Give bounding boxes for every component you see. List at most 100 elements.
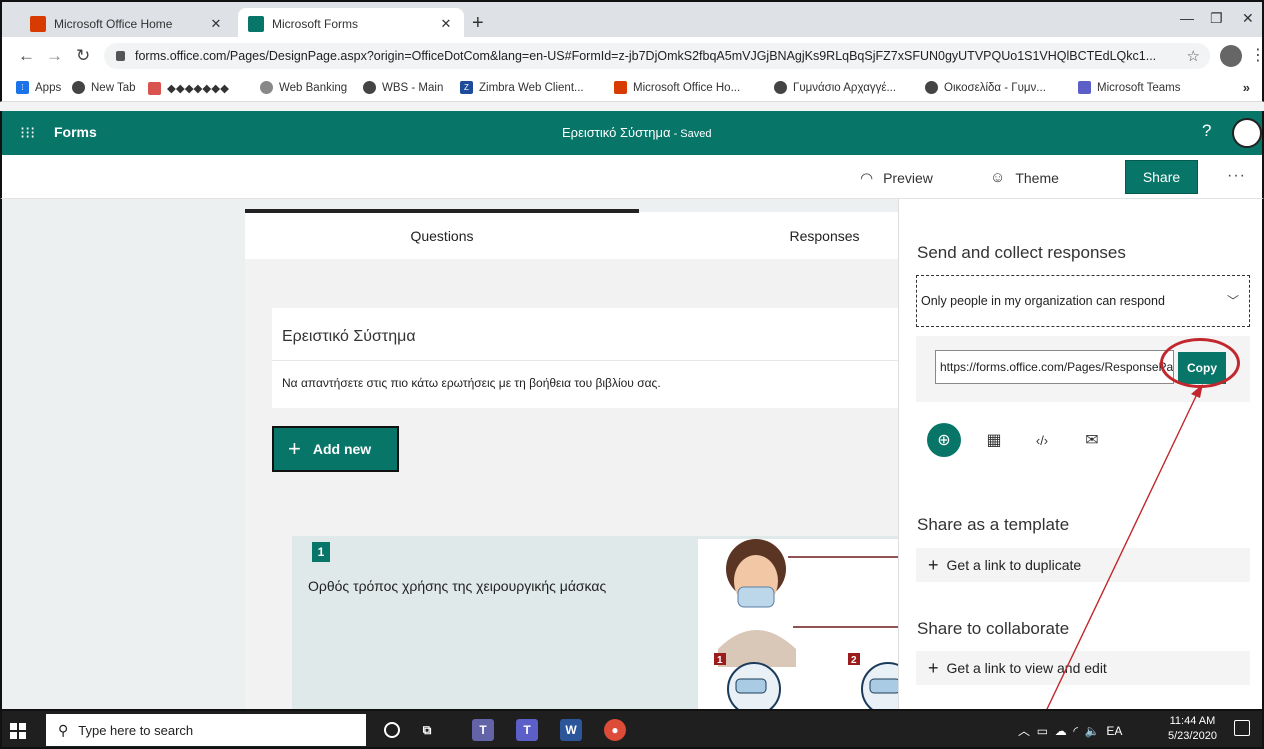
tab-title: Microsoft Office Home <box>54 16 173 31</box>
forward-icon[interactable]: → <box>46 46 63 66</box>
reload-icon[interactable]: ↻ <box>76 46 90 66</box>
app-brand[interactable]: Forms <box>54 124 97 140</box>
windows-start-icon[interactable] <box>10 723 26 739</box>
bookmark-apps[interactable]: ⁞ Apps <box>16 81 61 94</box>
link-icon[interactable]: ⊕ <box>927 423 961 457</box>
chrome-icon[interactable]: ● <box>604 719 626 741</box>
theme-button[interactable]: ☺ Theme <box>990 169 1059 186</box>
bookmarks-bar: ⁞ Apps New Tab ◆◆◆◆◆◆◆ Web Banking WBS - … <box>0 75 1264 102</box>
system-tray: ︿ ▭ ☁ ◜ 🔈 ΕΑ <box>1018 722 1122 739</box>
annotation-circle <box>1160 338 1240 388</box>
browser-menu-icon[interactable]: ⋮ <box>1250 45 1264 65</box>
form-title-card[interactable]: Ερειστικό Σύστημα Να απαντήσετε στις πιο… <box>272 308 898 408</box>
forms-app-header: ⁝⁝⁝ Forms Ερειστικό Σύστημα - Saved ? <box>0 111 1264 155</box>
cortana-icon[interactable] <box>384 722 400 738</box>
bookmark-oikoselida[interactable]: Οικοσελίδα - Γυμν... <box>925 81 1046 94</box>
tab-questions[interactable]: Questions <box>245 209 639 259</box>
embed-icon[interactable]: ‹/› <box>1025 423 1059 457</box>
globe-icon <box>363 81 376 94</box>
restore-icon[interactable]: ❐ <box>1210 10 1223 27</box>
app-launcher-icon[interactable]: ⁝⁝⁝ <box>20 123 35 143</box>
back-icon[interactable]: ← <box>18 46 35 66</box>
bookmark-wbs-main[interactable]: WBS - Main <box>363 81 443 94</box>
close-icon[interactable]: ✕ <box>208 16 224 32</box>
bookmark-label: New Tab <box>91 81 136 94</box>
form-description[interactable]: Να απαντήσετε στις πιο κάτω ερωτήσεις με… <box>282 376 661 390</box>
tab-title: Microsoft Forms <box>272 16 359 31</box>
question-card[interactable]: 1 Ορθός τρόπος χρήσης της χειρουργικής μ… <box>292 536 898 709</box>
more-options-icon[interactable]: ··· <box>1227 167 1246 185</box>
get-view-edit-link-button[interactable]: + Get a link to view and edit <box>916 651 1250 685</box>
close-icon[interactable]: ✕ <box>438 16 454 32</box>
address-toolbar: ← → ↻ forms.office.com/Pages/DesignPage.… <box>0 37 1264 75</box>
volume-icon[interactable]: 🔈 <box>1085 724 1100 738</box>
wifi-icon[interactable]: ◜ <box>1073 724 1078 738</box>
bookmark-zimbra[interactable]: Z Zimbra Web Client... <box>460 81 584 94</box>
bookmark-label: Microsoft Office Ho... <box>633 81 741 94</box>
question-text[interactable]: Ορθός τρόπος χρήσης της χειρουργικής μάσ… <box>308 578 606 594</box>
add-new-button[interactable]: + Add new <box>272 426 399 472</box>
document-title: Ερειστικό Σύστημα - Saved <box>562 125 712 140</box>
bank-icon <box>260 81 273 94</box>
clock[interactable]: 11:44 AM 5/23/2020 <box>1168 714 1217 744</box>
chevron-up-icon[interactable]: ︿ <box>1018 724 1030 738</box>
browser-tab-office-home[interactable]: Microsoft Office Home ✕ <box>20 8 234 39</box>
word-icon[interactable]: W <box>560 719 582 741</box>
bookmark-office[interactable]: Microsoft Office Ho... <box>614 81 740 94</box>
teams-classic-icon[interactable]: T <box>516 719 538 741</box>
minimize-icon[interactable]: — <box>1180 10 1194 26</box>
bookmark-web-banking[interactable]: Web Banking <box>260 81 347 94</box>
preview-button[interactable]: ◠ Preview <box>860 169 933 187</box>
globe-icon <box>925 81 938 94</box>
bookmark-red-icon <box>148 81 161 95</box>
chevron-down-icon: ﹀ <box>1226 294 1239 308</box>
teams-taskbar-icon[interactable]: T <box>472 719 494 741</box>
divider <box>272 360 898 361</box>
form-title[interactable]: Ερειστικό Σύστημα <box>282 328 416 346</box>
plus-icon: + <box>928 554 939 575</box>
language-indicator[interactable]: ΕΑ <box>1106 724 1122 738</box>
share-template-heading: Share as a template <box>917 515 1070 534</box>
command-bar: ◠ Preview ☺ Theme Share ··· <box>0 155 1264 199</box>
audience-selected: Only people in my organization can respo… <box>921 294 1165 308</box>
address-bar[interactable]: forms.office.com/Pages/DesignPage.aspx?o… <box>104 43 1210 69</box>
task-view-icon[interactable]: ⧉ <box>416 719 438 741</box>
more-bookmarks-icon[interactable]: » <box>1243 80 1250 95</box>
new-tab-icon[interactable]: + <box>472 12 484 35</box>
forms-icon <box>248 15 264 32</box>
bookmark-label: Microsoft Teams <box>1097 81 1181 94</box>
battery-icon[interactable]: ▭ <box>1037 724 1048 738</box>
notifications-icon[interactable] <box>1234 720 1250 736</box>
bookmark-teams[interactable]: Microsoft Teams <box>1078 81 1181 94</box>
bookmark-label: Apps <box>35 81 62 94</box>
qr-code-icon[interactable]: ▦ <box>977 423 1011 457</box>
share-link-field[interactable]: https://forms.office.com/Pages/ResponseP… <box>935 350 1174 384</box>
clock-time: 11:44 AM <box>1169 715 1216 727</box>
tab-responses[interactable]: Responses <box>639 212 898 259</box>
bookmark-new-tab[interactable]: New Tab <box>72 81 136 94</box>
profile-avatar[interactable] <box>1220 45 1242 67</box>
get-duplicate-link-button[interactable]: + Get a link to duplicate <box>916 548 1250 582</box>
help-icon[interactable]: ? <box>1202 121 1211 141</box>
browser-tab-strip: Microsoft Office Home ✕ Microsoft Forms … <box>0 0 1264 39</box>
user-avatar[interactable] <box>1232 118 1262 148</box>
apps-grid-icon: ⁞ <box>16 81 29 94</box>
close-window-icon[interactable]: ✕ <box>1242 10 1254 27</box>
office-icon <box>30 15 46 32</box>
windows-taskbar: ⚲ Type here to search ⧉ T T W ● ︿ ▭ ☁ ◜ 🔈… <box>0 709 1264 749</box>
bookmark-unknown[interactable]: ◆◆◆◆◆◆◆ <box>148 81 229 95</box>
bookmark-gymnasio[interactable]: Γυμνάσιο Αρχαγγέ... <box>774 81 896 94</box>
share-button[interactable]: Share <box>1125 160 1198 194</box>
onedrive-icon[interactable]: ☁ <box>1055 724 1067 738</box>
zimbra-icon: Z <box>460 81 473 94</box>
teams-icon <box>1078 81 1091 94</box>
star-icon[interactable]: ☆ <box>1187 47 1200 65</box>
bookmark-label: Γυμνάσιο Αρχαγγέ... <box>793 81 897 94</box>
taskbar-search-input[interactable]: ⚲ Type here to search <box>46 714 366 746</box>
save-status: - Saved <box>670 128 712 140</box>
search-placeholder: Type here to search <box>78 722 194 738</box>
browser-tab-forms[interactable]: Microsoft Forms ✕ <box>238 8 464 39</box>
bookmark-label: Οικοσελίδα - Γυμν... <box>944 81 1046 94</box>
email-icon[interactable]: ✉ <box>1075 423 1109 457</box>
audience-dropdown[interactable]: Only people in my organization can respo… <box>916 275 1250 327</box>
